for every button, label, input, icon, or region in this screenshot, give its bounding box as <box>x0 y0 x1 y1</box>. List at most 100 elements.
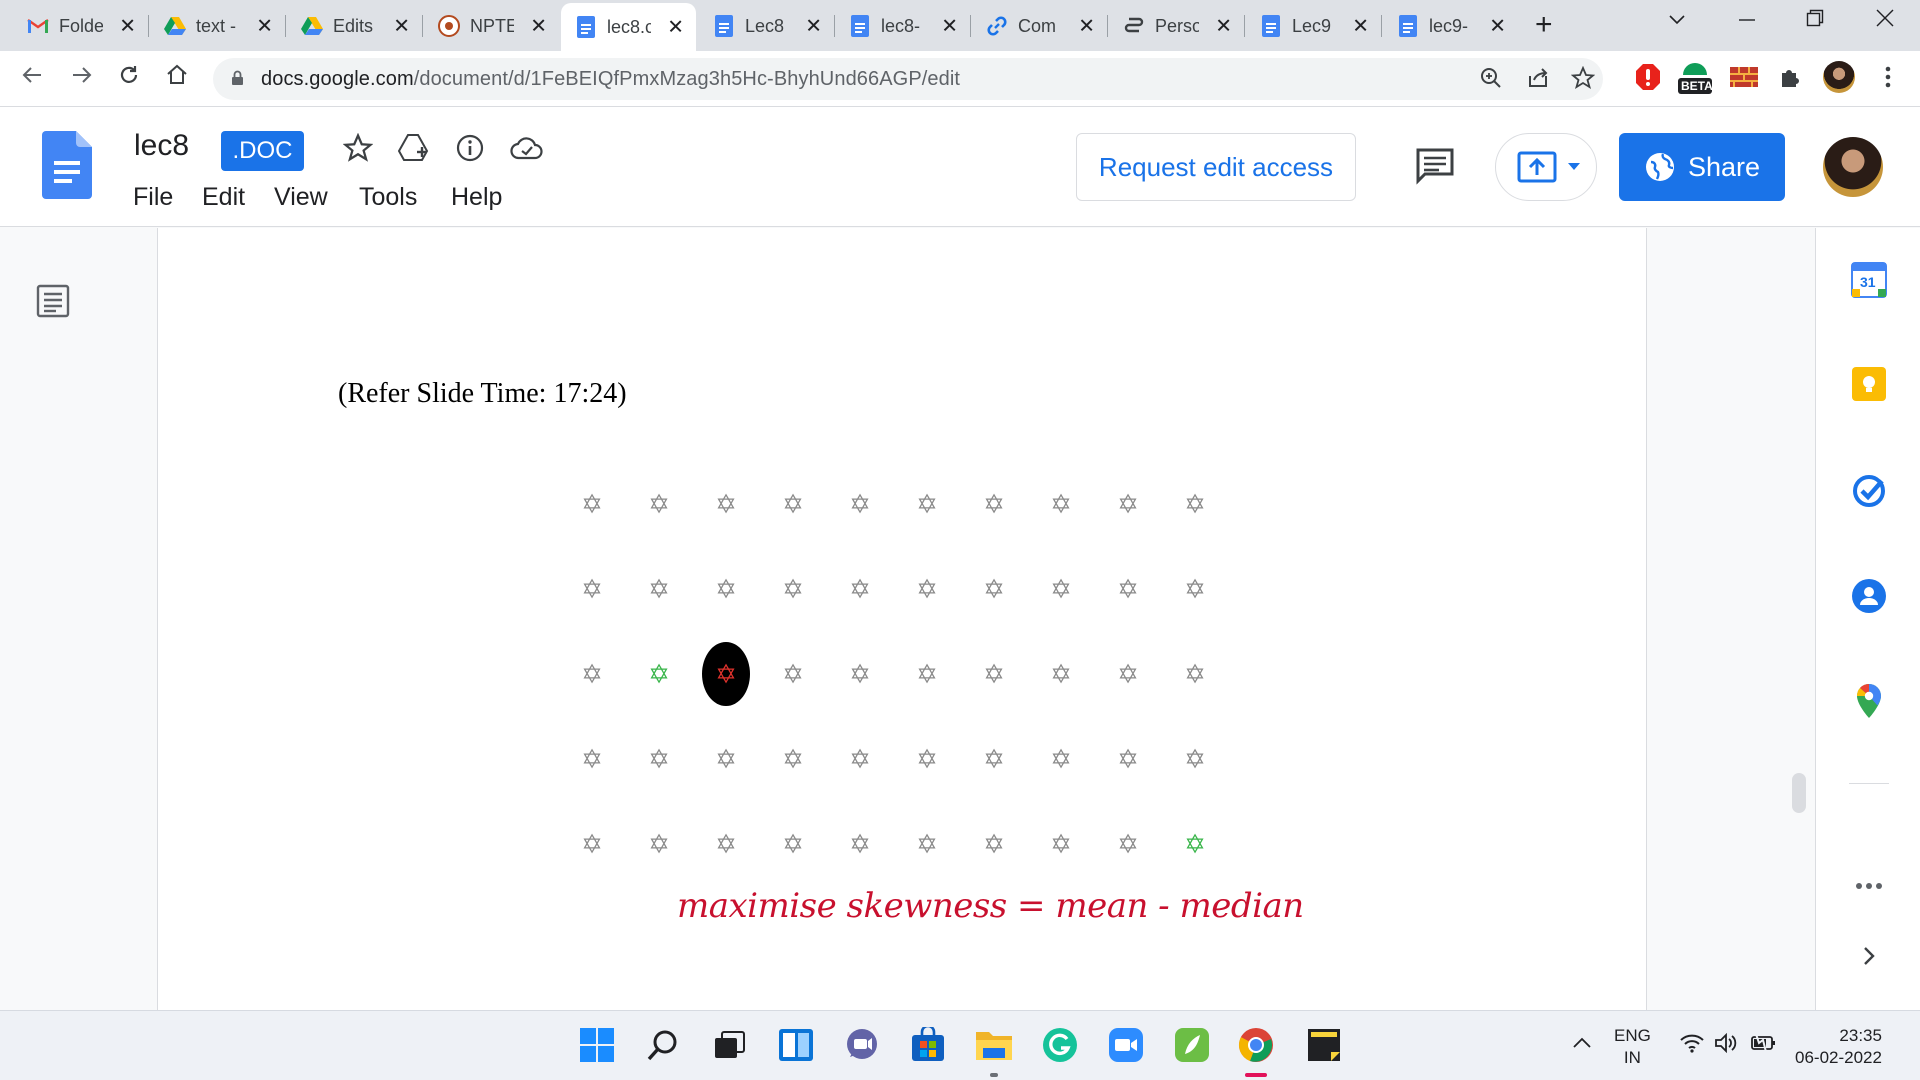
menu-view[interactable]: View <box>274 183 328 212</box>
calendar-icon[interactable]: 31 <box>1851 262 1887 298</box>
restore-button[interactable] <box>1806 9 1824 33</box>
tab-close-icon[interactable]: ✕ <box>1352 14 1369 39</box>
start-button[interactable] <box>577 1025 617 1065</box>
menu-file[interactable]: File <box>133 183 173 212</box>
adblock-extension-icon[interactable] <box>1635 63 1661 96</box>
browser-tab[interactable]: NPTE ✕ <box>424 7 559 45</box>
minimize-button[interactable] <box>1738 6 1756 32</box>
wifi-icon[interactable] <box>1680 1033 1704 1059</box>
sticky-notes-icon[interactable] <box>1304 1025 1344 1065</box>
close-window-button[interactable] <box>1876 9 1894 33</box>
star-icon[interactable] <box>341 131 375 165</box>
globe-icon <box>1645 153 1674 181</box>
star-mark: ✡ <box>983 489 1005 519</box>
cloud-status-icon[interactable] <box>510 131 544 165</box>
star-mark: ✡ <box>715 489 737 519</box>
tab-close-icon[interactable]: ✕ <box>667 15 684 40</box>
tab-close-icon[interactable]: ✕ <box>530 14 547 39</box>
share-page-icon[interactable] <box>1526 66 1550 96</box>
star-mark: ✡ <box>849 744 871 774</box>
home-button[interactable] <box>165 63 189 94</box>
clock-time: 23:35 <box>1839 1026 1882 1045</box>
lock-icon[interactable] <box>231 70 244 86</box>
search-icon[interactable] <box>643 1025 683 1065</box>
info-icon[interactable] <box>453 131 487 165</box>
tab-close-icon[interactable]: ✕ <box>805 14 822 39</box>
menu-help[interactable]: Help <box>451 183 502 212</box>
show-hidden-icons[interactable] <box>1572 1033 1592 1055</box>
back-button[interactable] <box>20 63 44 94</box>
document-page[interactable]: (Refer Slide Time: 17:24) ✡ ✡ ✡ ✡ ✡ ✡ ✡ ✡ ✡ ✡ ✡ ✡ ✡ ✡… <box>157 228 1647 1010</box>
request-edit-access-button[interactable]: Request edit access <box>1076 133 1356 201</box>
browser-tab[interactable]: lec8.c ✕ <box>561 3 696 51</box>
star-mark: ✡ <box>983 659 1005 689</box>
browser-tab[interactable]: Com ✕ <box>972 7 1107 45</box>
scrollbar-thumb[interactable] <box>1792 773 1806 813</box>
volume-icon[interactable] <box>1714 1032 1738 1059</box>
bookmark-star-icon[interactable] <box>1570 65 1596 96</box>
widgets-icon[interactable] <box>776 1025 816 1065</box>
account-avatar[interactable] <box>1823 137 1883 197</box>
menu-edit[interactable]: Edit <box>202 183 245 212</box>
browser-tab[interactable]: Lec8 ✕ <box>699 7 834 45</box>
zoom-app-icon[interactable] <box>1106 1025 1146 1065</box>
maps-icon[interactable] <box>1851 683 1887 719</box>
browser-tab[interactable]: Edits ✕ <box>287 7 422 45</box>
browser-tab[interactable]: Perso ✕ <box>1109 7 1244 45</box>
share-button[interactable]: Share <box>1619 133 1785 201</box>
comments-icon[interactable] <box>1415 147 1455 190</box>
battery-icon[interactable] <box>1750 1033 1776 1059</box>
tab-close-icon[interactable]: ✕ <box>1489 14 1506 39</box>
reload-button[interactable] <box>117 63 141 94</box>
tab-close-icon[interactable]: ✕ <box>1215 14 1232 39</box>
address-bar[interactable]: docs.google.com/document/d/1FeBEIQfPmxMz… <box>213 58 1603 100</box>
contacts-icon[interactable] <box>1851 578 1887 614</box>
new-tab-button[interactable]: + <box>1535 10 1553 40</box>
keep-icon[interactable] <box>1851 366 1887 402</box>
document-outline-icon[interactable] <box>36 284 70 323</box>
tab-separator <box>422 15 423 37</box>
tasks-icon[interactable] <box>1851 473 1887 509</box>
language-indicator[interactable]: ENG IN <box>1614 1025 1651 1069</box>
brick-extension-icon[interactable] <box>1730 67 1758 92</box>
more-menu-icon[interactable] <box>1885 65 1891 94</box>
tab-close-icon[interactable]: ✕ <box>256 14 273 39</box>
browser-tab[interactable]: text - ✕ <box>150 7 285 45</box>
tab-close-icon[interactable]: ✕ <box>1078 14 1095 39</box>
browser-tab[interactable]: lec9- ✕ <box>1383 7 1518 45</box>
chrome-icon[interactable] <box>1236 1025 1276 1065</box>
more-addons-icon[interactable] <box>1851 868 1887 904</box>
microsoft-store-icon[interactable] <box>908 1025 948 1065</box>
present-button[interactable] <box>1495 133 1597 201</box>
tab-close-icon[interactable]: ✕ <box>941 14 958 39</box>
tab-separator <box>148 15 149 37</box>
add-to-drive-icon[interactable] <box>397 131 431 165</box>
star-mark: ✡ <box>1117 574 1139 604</box>
clock[interactable]: 23:35 06-02-2022 <box>1795 1025 1882 1069</box>
tab-close-icon[interactable]: ✕ <box>119 14 136 39</box>
extensions-puzzle-icon[interactable] <box>1778 65 1802 94</box>
tab-separator <box>285 15 286 37</box>
browser-tab[interactable]: Folde ✕ <box>13 7 148 45</box>
tab-close-icon[interactable]: ✕ <box>393 14 410 39</box>
zoom-icon[interactable] <box>1479 66 1503 96</box>
tab-separator <box>1381 15 1382 37</box>
menu-tools[interactable]: Tools <box>359 183 417 212</box>
teams-chat-icon[interactable] <box>842 1025 882 1065</box>
tab-search-icon[interactable] <box>1668 9 1686 32</box>
beta-extension-icon[interactable]: BETA <box>1675 57 1715 102</box>
star-mark: ✡ <box>581 659 603 689</box>
link-icon <box>986 15 1008 37</box>
file-explorer-icon[interactable] <box>974 1025 1014 1065</box>
expand-panel-icon[interactable] <box>1851 938 1887 974</box>
profile-avatar-small[interactable] <box>1823 61 1855 93</box>
star-mark: ✡ <box>1050 744 1072 774</box>
document-title[interactable]: lec8 <box>134 129 189 163</box>
browser-tab[interactable]: Lec9 ✕ <box>1246 7 1381 45</box>
docs-logo-icon[interactable] <box>42 131 92 199</box>
forward-button[interactable] <box>70 63 94 94</box>
task-view-icon[interactable] <box>710 1025 750 1065</box>
leaf-app-icon[interactable] <box>1172 1025 1212 1065</box>
grammarly-icon[interactable] <box>1040 1025 1080 1065</box>
browser-tab[interactable]: lec8- ✕ <box>835 7 970 45</box>
